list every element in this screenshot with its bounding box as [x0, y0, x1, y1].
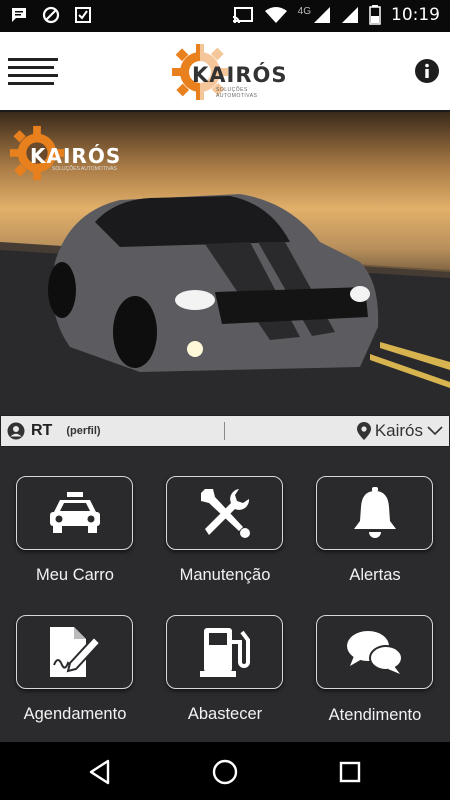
profile-bar: RT (perfil) Kairós [0, 415, 450, 447]
battery-icon [369, 5, 381, 25]
gas-pump-icon [199, 628, 250, 677]
profile-link[interactable]: RT (perfil) [7, 422, 101, 440]
location-selector[interactable]: Kairós [356, 421, 443, 441]
home-icon[interactable] [211, 758, 239, 786]
blocked-icon [42, 6, 60, 24]
clock: 10:19 [391, 5, 440, 25]
location-label: Kairós [374, 421, 423, 440]
menu-icon-line [8, 74, 58, 77]
tile-label: Abastecer [187, 705, 263, 723]
tile-label: Atendimento [328, 706, 422, 724]
logo-text: KAIRÓS [192, 63, 288, 87]
signal-icon [342, 7, 358, 23]
user-icon [7, 422, 25, 440]
hero-banner: KAIRÓS SOLUÇÕES AUTOMOTIVAS [0, 112, 450, 415]
bell-icon [353, 487, 396, 538]
message-icon [12, 8, 26, 22]
divider [224, 422, 225, 440]
hero-logo-subtitle: SOLUÇÕES AUTOMOTIVAS [52, 166, 117, 172]
tile-label: Manutenção [179, 566, 271, 584]
map-pin-icon [356, 422, 371, 440]
menu-grid: Meu Carro Manutenção Alertas Agendamento… [0, 447, 450, 742]
document-edit-icon [49, 627, 101, 677]
recents-icon[interactable] [336, 758, 364, 786]
back-icon[interactable] [86, 758, 114, 786]
chevron-down-icon [427, 426, 443, 436]
menu-icon-line [8, 66, 54, 69]
cast-icon [232, 7, 253, 24]
user-name: RT [31, 422, 53, 439]
menu-icon-line [8, 58, 58, 61]
car-icon [49, 492, 100, 533]
tile-button[interactable] [166, 615, 283, 689]
hero-logo: KAIRÓS SOLUÇÕES AUTOMOTIVAS [8, 124, 122, 184]
tile-label: Agendamento [23, 705, 127, 723]
wifi-icon [264, 7, 287, 23]
tile-button[interactable] [16, 615, 133, 689]
tile-label: Meu Carro [36, 566, 114, 584]
app-logo: KAIRÓS SOLUÇÕES AUTOMOTIVAS [170, 42, 290, 102]
menu-icon-line [8, 82, 54, 85]
menu-button[interactable] [8, 58, 60, 88]
tile-label: Alertas [349, 566, 401, 584]
tile-button[interactable] [316, 615, 433, 689]
info-icon[interactable] [414, 58, 440, 84]
tile-button[interactable] [316, 476, 433, 550]
tile-button[interactable] [166, 476, 283, 550]
signal-icon [314, 7, 330, 23]
notification-icon [75, 7, 91, 23]
hero-logo-text: KAIRÓS [30, 144, 122, 168]
status-bar: 4G 10:19 [0, 0, 450, 32]
chat-icon [346, 631, 403, 674]
tile-button[interactable] [16, 476, 133, 550]
logo-subtitle: SOLUÇÕES AUTOMOTIVAS [216, 87, 258, 99]
profile-label: (perfil) [66, 425, 101, 437]
app-header: KAIRÓS SOLUÇÕES AUTOMOTIVAS [0, 32, 450, 112]
network-type: 4G [297, 5, 311, 17]
system-nav-bar [0, 742, 450, 800]
tools-icon [200, 489, 250, 538]
